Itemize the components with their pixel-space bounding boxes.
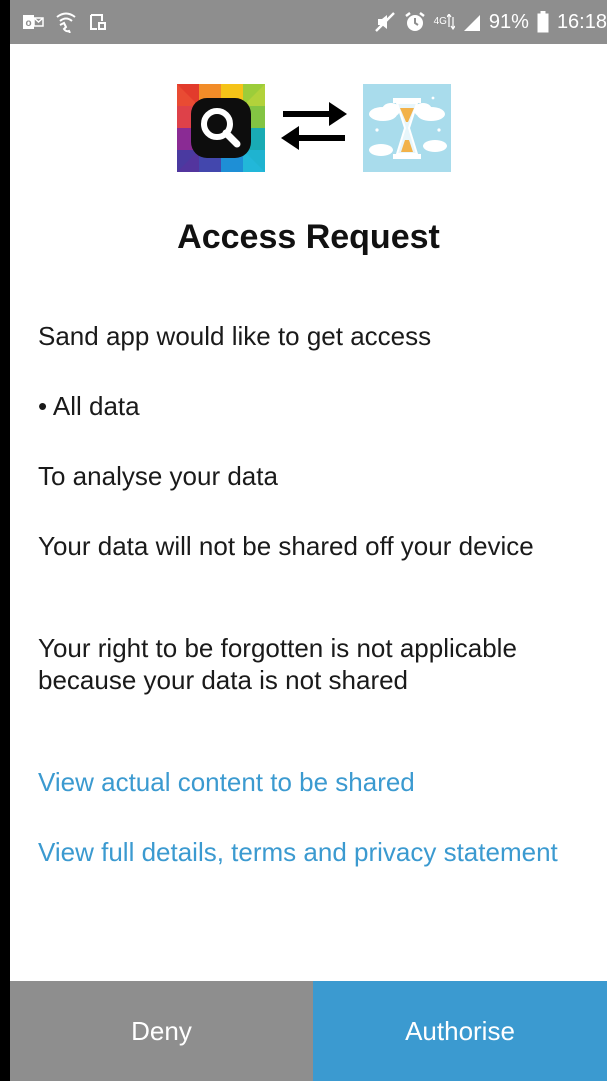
outlook-icon: o bbox=[22, 12, 44, 32]
view-terms-link[interactable]: View full details, terms and privacy sta… bbox=[38, 836, 558, 868]
authorise-button[interactable]: Authorise bbox=[313, 981, 607, 1081]
access-request-screen: o 4G 91% 16:18 Access Request Sand app w… bbox=[10, 0, 607, 1081]
access-intro: Sand app would like to get access bbox=[38, 321, 432, 351]
swap-arrows-icon bbox=[265, 96, 363, 161]
search-app-icon bbox=[177, 84, 265, 172]
action-bar: Deny Authorise bbox=[10, 981, 607, 1081]
status-bar: o 4G 91% 16:18 bbox=[10, 0, 607, 44]
battery-percent: 91% bbox=[488, 10, 529, 33]
alarm-icon bbox=[404, 11, 426, 33]
wifi-calling-icon bbox=[54, 11, 78, 33]
access-scope: • All data bbox=[38, 391, 140, 421]
svg-text:o: o bbox=[25, 18, 31, 29]
view-content-link[interactable]: View actual content to be shared bbox=[38, 766, 558, 798]
battery-icon bbox=[537, 11, 549, 33]
access-purpose: To analyse your data bbox=[38, 461, 278, 491]
network-label: 4G bbox=[433, 16, 447, 27]
status-left-icons: o bbox=[22, 11, 108, 33]
sharing-note: Your data will not be shared off your de… bbox=[38, 531, 534, 561]
deny-button[interactable]: Deny bbox=[10, 981, 313, 1081]
status-time: 16:18 bbox=[556, 10, 607, 33]
mute-icon bbox=[374, 11, 396, 33]
screenshot-icon bbox=[88, 12, 108, 32]
network-4g-icon: 4G bbox=[434, 14, 455, 30]
page-title: Access Request bbox=[177, 218, 440, 256]
hourglass-app-icon bbox=[363, 84, 451, 172]
status-right-icons: 4G 91% 16:18 bbox=[374, 11, 607, 34]
app-connection-graphic bbox=[177, 84, 451, 172]
forgotten-note: Your right to be forgotten is not applic… bbox=[38, 633, 517, 695]
signal-icon bbox=[463, 12, 481, 32]
